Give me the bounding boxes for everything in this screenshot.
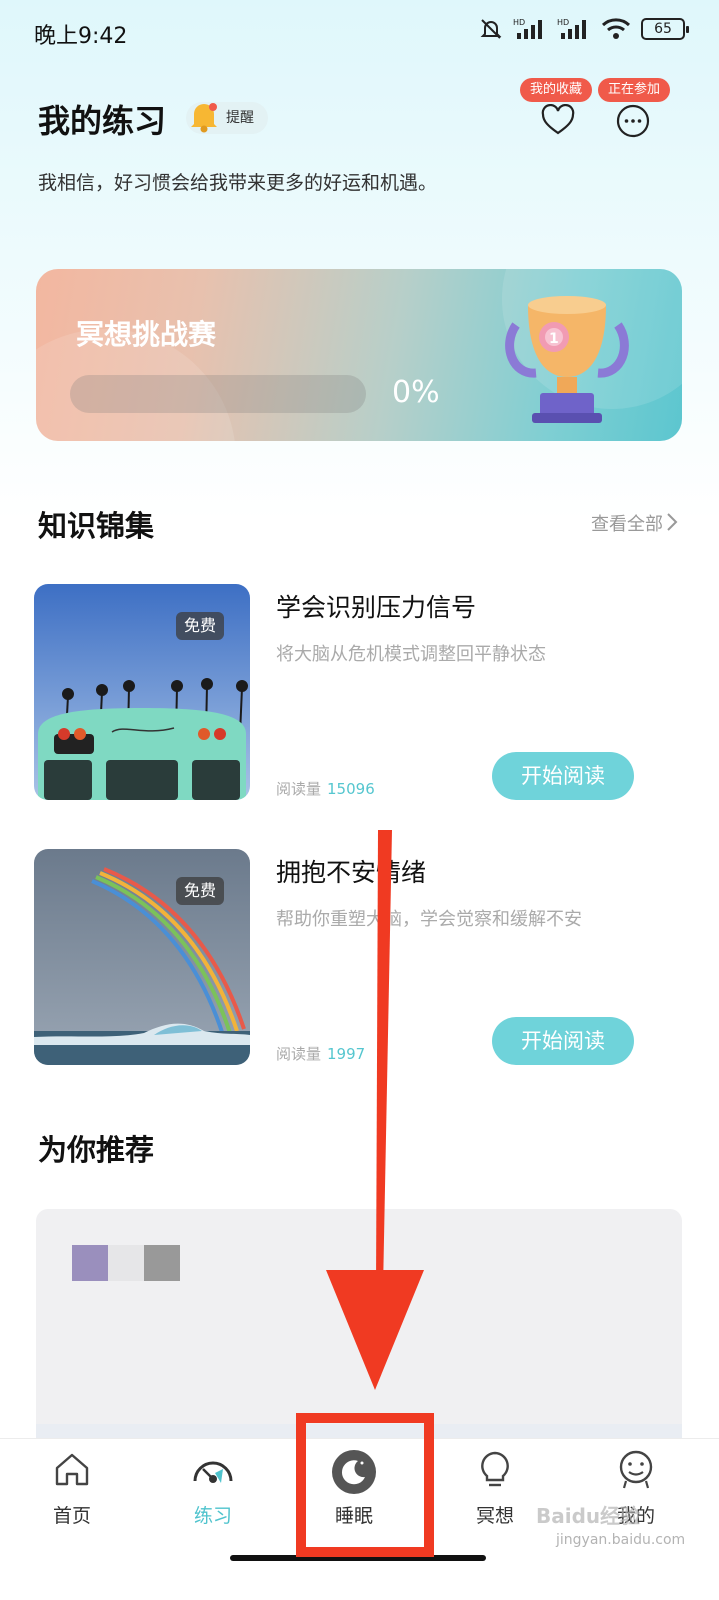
- recommend-section-title: 为你推荐: [38, 1133, 155, 1167]
- motto-text: 我相信，好习惯会给我带来更多的好运和机遇。: [38, 172, 438, 194]
- start-reading-button[interactable]: 开始阅读: [492, 752, 634, 800]
- chevron-right-icon[interactable]: [665, 512, 679, 532]
- practice-gauge-icon: [193, 1461, 233, 1483]
- annotation-arrow-icon: [326, 830, 424, 1390]
- bell-icon: [191, 103, 217, 133]
- article-title: 学会识别压力信号: [276, 593, 477, 622]
- page-title: 我的练习: [38, 102, 167, 140]
- svg-text:1: 1: [549, 331, 559, 347]
- challenge-progress-text: 0%: [392, 375, 440, 410]
- nav-item-practice[interactable]: 练习: [141, 1439, 285, 1541]
- signal-hd-icon: HD: [557, 18, 586, 39]
- article-thumbnail: 免费: [34, 849, 250, 1065]
- watermark-url: jingyan.baidu.com: [556, 1532, 686, 1548]
- article-thumbnail: 免费: [34, 584, 250, 800]
- free-tag: 免费: [175, 612, 224, 640]
- smiley-icon: [619, 1450, 653, 1489]
- nav-item-home[interactable]: 首页: [0, 1439, 144, 1541]
- read-count-label: 阅读量: [276, 780, 322, 798]
- read-count-label: 阅读量: [276, 1045, 322, 1063]
- status-bar: 晚上9:42 HD HD 65: [0, 0, 719, 64]
- knowledge-section-title: 知识锦集: [38, 509, 155, 543]
- article-description: 将大脑从危机模式调整回平静状态: [276, 644, 546, 665]
- lightbulb-icon: [481, 1451, 509, 1487]
- start-reading-button[interactable]: 开始阅读: [492, 1017, 634, 1065]
- meditation-challenge-card[interactable]: 冥想挑战赛 0% 1: [36, 269, 682, 441]
- nav-label: 首页: [52, 1505, 91, 1527]
- heart-icon[interactable]: [540, 104, 576, 136]
- see-all-link[interactable]: 查看全部: [591, 510, 663, 536]
- status-time: 晚上9:42: [34, 24, 128, 49]
- home-icon: [55, 1453, 89, 1486]
- status-icons: HD HD 65: [479, 17, 689, 41]
- wifi-icon: [601, 18, 631, 39]
- challenge-progress-bar: [70, 375, 366, 413]
- signal-hd-icon: HD: [513, 18, 542, 39]
- free-tag: 免费: [175, 877, 224, 905]
- nav-label: 练习: [193, 1505, 232, 1527]
- recommend-placeholder: [72, 1245, 180, 1281]
- article-item[interactable]: 免费 学会识别压力信号 将大脑从危机模式调整回平静状态 阅读量 15096 开始阅…: [34, 584, 684, 800]
- read-count-value: 15096: [327, 780, 375, 798]
- battery-indicator: 65: [641, 18, 689, 40]
- more-icon[interactable]: [616, 104, 650, 138]
- bell-muted-icon: [480, 19, 502, 39]
- svg-text:HD: HD: [557, 18, 569, 27]
- svg-text:HD: HD: [513, 18, 525, 27]
- annotation-highlight-box: [296, 1413, 434, 1557]
- article-read-count: 阅读量 15096: [276, 778, 375, 799]
- trophy-icon: 1: [505, 296, 629, 423]
- favorites-badge: 我的收藏: [520, 78, 593, 102]
- challenge-title: 冥想挑战赛: [76, 318, 217, 351]
- watermark: Baidu经验: [536, 1504, 641, 1528]
- joining-badge: 正在参加: [598, 78, 671, 102]
